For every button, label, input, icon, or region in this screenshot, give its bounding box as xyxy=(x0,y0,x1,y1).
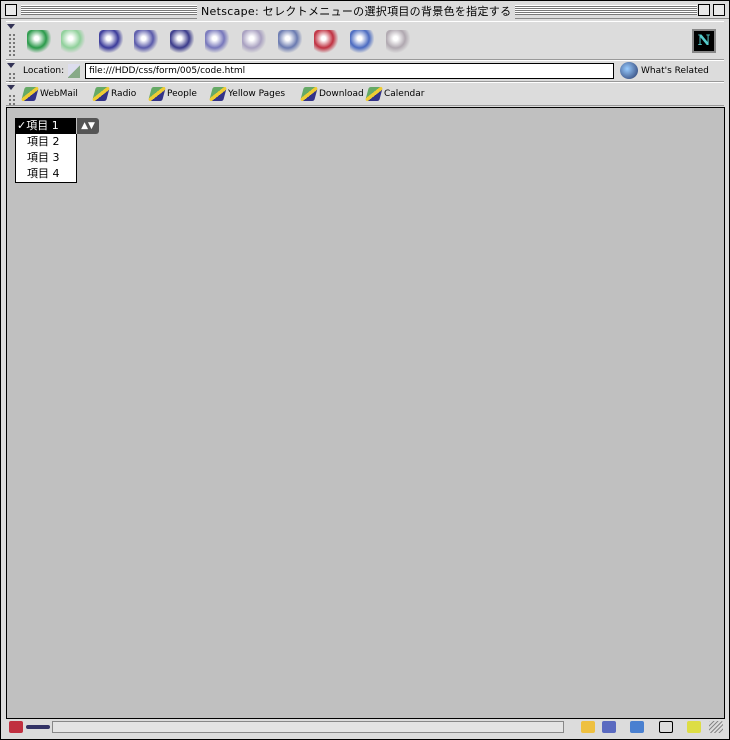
location-label: Location: xyxy=(23,66,65,76)
resize-grip-icon[interactable] xyxy=(709,721,723,733)
mail-icon[interactable] xyxy=(602,721,616,733)
back-button[interactable] xyxy=(27,30,51,54)
bookmark-label: Calendar xyxy=(384,89,425,99)
navigator-icon[interactable] xyxy=(581,721,595,733)
page-proxy-icon[interactable] xyxy=(68,64,80,78)
shop-button[interactable] xyxy=(350,30,374,54)
bookmark-icon xyxy=(365,87,383,101)
bookmark-label: Download xyxy=(319,89,364,99)
forward-button[interactable] xyxy=(61,30,85,54)
home-button[interactable] xyxy=(134,30,158,54)
bookmark-label: Radio xyxy=(111,89,137,99)
whats-related-button[interactable]: What's Related xyxy=(620,62,709,79)
bookmark-download[interactable]: Download xyxy=(300,87,364,101)
security-button[interactable] xyxy=(314,30,338,54)
print-button[interactable] xyxy=(278,30,302,54)
address-book-icon[interactable] xyxy=(659,721,673,733)
security-lock-icon[interactable] xyxy=(9,721,23,733)
bookmark-label: Yellow Pages xyxy=(228,89,286,99)
location-bar: Location: What's Related xyxy=(6,60,724,84)
bookmark-radio[interactable]: Radio xyxy=(92,87,137,101)
composer-icon[interactable] xyxy=(687,721,701,733)
collapse-box[interactable] xyxy=(713,4,725,16)
globe-icon xyxy=(620,62,638,79)
my-netscape-button[interactable] xyxy=(205,30,229,54)
personal-grip[interactable] xyxy=(7,85,15,107)
option-item[interactable]: 項目 2 xyxy=(16,134,76,150)
toolbar-grip[interactable] xyxy=(7,24,15,57)
option-item[interactable]: 項目 3 xyxy=(16,150,76,166)
select-menu[interactable]: ✓項目 1 ▲▼ 項目 2 項目 3 項目 4 xyxy=(15,118,99,183)
netscape-logo[interactable]: N xyxy=(692,29,716,53)
browser-window: Netscape: セレクトメニューの選択項目の背景色を指定する N Locat… xyxy=(0,0,730,740)
reload-button[interactable] xyxy=(99,30,123,54)
updown-arrows-icon[interactable]: ▲▼ xyxy=(77,118,99,134)
whats-related-label: What's Related xyxy=(641,65,709,76)
url-input[interactable] xyxy=(85,63,614,79)
bookmark-icon xyxy=(21,87,39,101)
title-bar[interactable]: Netscape: セレクトメニューの選択項目の背景色を指定する xyxy=(1,1,729,19)
bookmark-calendar[interactable]: Calendar xyxy=(365,87,425,101)
close-box[interactable] xyxy=(5,4,17,16)
bookmark-icon xyxy=(300,87,318,101)
bookmark-icon xyxy=(92,87,110,101)
page-content: ✓項目 1 ▲▼ 項目 2 項目 3 項目 4 xyxy=(6,107,725,719)
bookmark-icon xyxy=(148,87,166,101)
search-button[interactable] xyxy=(170,30,194,54)
connection-icon xyxy=(26,725,50,729)
personal-toolbar: WebMail Radio People Yellow Pages Download Ca… xyxy=(6,82,724,107)
option-item[interactable]: 項目 4 xyxy=(16,166,76,182)
bookmark-icon xyxy=(209,87,227,101)
window-title: Netscape: セレクトメニューの選択項目の背景色を指定する xyxy=(197,3,516,19)
bookmark-people[interactable]: People xyxy=(148,87,197,101)
bookmark-label: WebMail xyxy=(40,89,78,99)
status-bar xyxy=(6,719,725,735)
zoom-box[interactable] xyxy=(698,4,710,16)
bookmark-webmail[interactable]: WebMail xyxy=(21,87,78,101)
bookmark-yellow-pages[interactable]: Yellow Pages xyxy=(209,87,286,101)
option-list: 項目 2 項目 3 項目 4 xyxy=(15,134,77,183)
stop-button[interactable] xyxy=(386,30,410,54)
status-text-field xyxy=(52,721,564,733)
navigation-toolbar: N xyxy=(6,21,724,60)
selected-option[interactable]: ✓項目 1 xyxy=(15,118,76,134)
location-grip[interactable] xyxy=(7,63,15,84)
chat-icon[interactable] xyxy=(630,721,644,733)
bookmark-label: People xyxy=(167,89,197,99)
images-button[interactable] xyxy=(242,30,266,54)
